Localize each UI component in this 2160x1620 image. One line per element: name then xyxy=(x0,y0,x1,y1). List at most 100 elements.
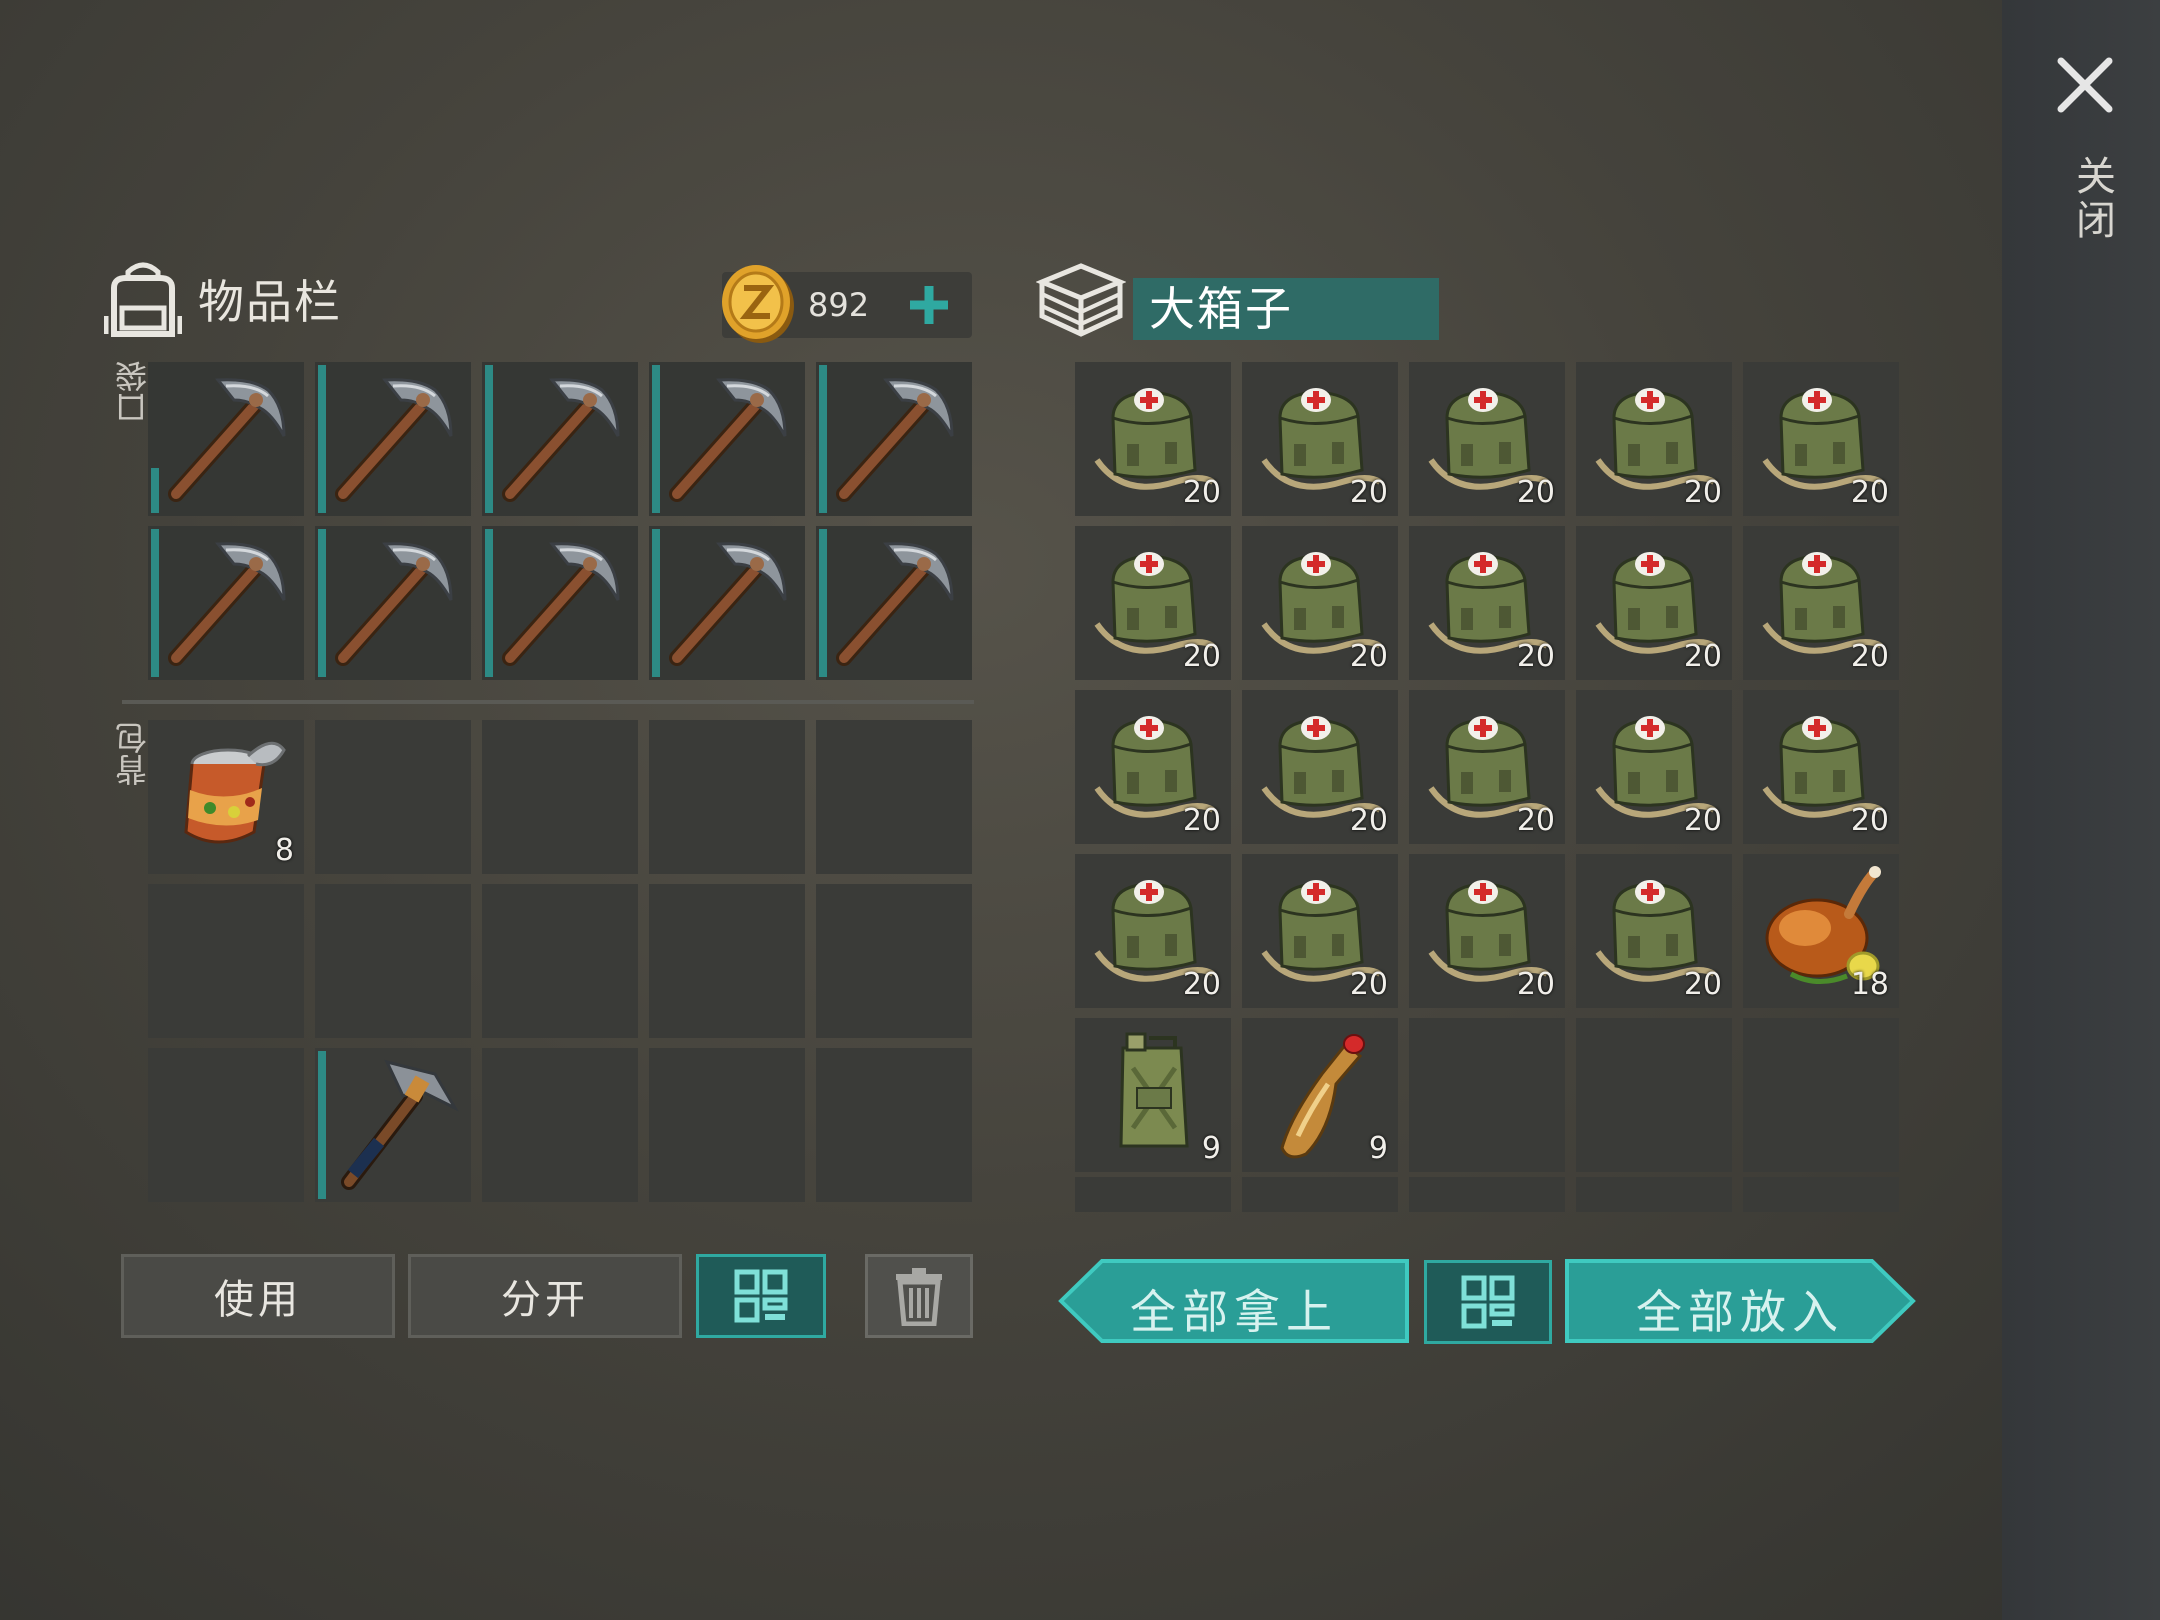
slot-medkit[interactable]: 20 xyxy=(1075,690,1231,844)
empty-slot[interactable] xyxy=(482,720,638,874)
item-quantity: 20 xyxy=(1182,803,1221,838)
coin-icon xyxy=(722,265,794,343)
add-coins-button[interactable] xyxy=(902,278,956,332)
backpack-icon xyxy=(104,262,182,337)
slot-medkit[interactable]: 20 xyxy=(1242,526,1398,680)
slot-pickaxe[interactable] xyxy=(315,526,471,680)
slot-medkit[interactable]: 20 xyxy=(1576,526,1732,680)
slot-medkit[interactable]: 20 xyxy=(1743,690,1899,844)
empty-slot[interactable] xyxy=(649,1048,805,1202)
pickaxe-icon xyxy=(490,534,630,670)
empty-slot[interactable] xyxy=(816,884,972,1038)
item-quantity: 20 xyxy=(1516,967,1555,1002)
slot-pickaxe[interactable] xyxy=(315,362,471,516)
empty-slot[interactable] xyxy=(816,1048,972,1202)
empty-slot[interactable] xyxy=(482,1048,638,1202)
slot-jerrycan[interactable]: 9 xyxy=(1075,1018,1231,1172)
item-quantity: 20 xyxy=(1850,639,1889,674)
trash-icon xyxy=(896,1268,942,1326)
delete-button[interactable] xyxy=(865,1254,973,1338)
slot-pickaxe[interactable] xyxy=(816,526,972,680)
slot-medkit[interactable]: 20 xyxy=(1743,362,1899,516)
inventory-title: 物品栏 xyxy=(198,275,342,329)
empty-slot[interactable] xyxy=(315,720,471,874)
slot-medkit[interactable]: 20 xyxy=(1075,854,1231,1008)
empty-slot[interactable] xyxy=(1576,1018,1732,1172)
slot-medkit[interactable]: 20 xyxy=(1576,690,1732,844)
empty-slot[interactable] xyxy=(148,884,304,1038)
backpack-grid: 8 xyxy=(148,720,972,1202)
pickaxe-icon xyxy=(323,370,463,506)
put-all-label: 全部放入 xyxy=(1636,1285,1844,1339)
item-quantity: 18 xyxy=(1850,967,1889,1002)
grid-sort-icon xyxy=(1461,1275,1515,1329)
slot-pickaxe[interactable] xyxy=(482,362,638,516)
item-quantity: 20 xyxy=(1516,475,1555,510)
pickaxe-icon xyxy=(490,370,630,506)
item-quantity: 8 xyxy=(274,833,294,868)
item-quantity: 20 xyxy=(1182,967,1221,1002)
container-scroll[interactable]: 20 20 20 20 20 20 20 20 20 20 20 20 20 2… xyxy=(1075,362,1901,1212)
slot-medkit[interactable]: 20 xyxy=(1409,690,1565,844)
empty-slot[interactable] xyxy=(148,1048,304,1202)
slot-bottle[interactable]: 9 xyxy=(1242,1018,1398,1172)
pockets-grid xyxy=(148,362,972,680)
slot-pickaxe[interactable] xyxy=(148,526,304,680)
item-quantity: 20 xyxy=(1850,803,1889,838)
use-button[interactable]: 使用 xyxy=(121,1254,395,1338)
empty-slot[interactable] xyxy=(1409,1018,1565,1172)
slot-medkit[interactable]: 20 xyxy=(1242,854,1398,1008)
slot-medkit[interactable]: 20 xyxy=(1409,854,1565,1008)
empty-slot[interactable] xyxy=(649,884,805,1038)
take-all-button[interactable]: 全部拿上 xyxy=(1058,1258,1410,1344)
take-all-label: 全部拿上 xyxy=(1130,1285,1338,1339)
inventory-slot[interactable] xyxy=(1409,1177,1565,1212)
slot-medkit[interactable]: 20 xyxy=(1242,362,1398,516)
hammer-icon xyxy=(323,1056,463,1192)
inventory-slot[interactable] xyxy=(1075,1177,1231,1212)
coin-value: 892 xyxy=(808,286,870,324)
slot-pickaxe[interactable] xyxy=(649,362,805,516)
pickaxe-icon xyxy=(824,370,964,506)
slot-medkit[interactable]: 20 xyxy=(1075,362,1231,516)
item-quantity: 20 xyxy=(1516,639,1555,674)
empty-slot[interactable] xyxy=(1743,1018,1899,1172)
item-quantity: 9 xyxy=(1201,1131,1221,1166)
container-grid: 20 20 20 20 20 20 20 20 20 20 20 20 20 2… xyxy=(1075,362,1899,1172)
inventory-slot[interactable] xyxy=(1743,1177,1899,1212)
item-quantity: 20 xyxy=(1683,967,1722,1002)
sort-inventory-button[interactable] xyxy=(696,1254,826,1338)
slot-medkit[interactable]: 20 xyxy=(1409,526,1565,680)
slot-pickaxe[interactable] xyxy=(482,526,638,680)
slot-hammer[interactable] xyxy=(315,1048,471,1202)
slot-roast-chicken[interactable]: 18 xyxy=(1743,854,1899,1008)
slot-medkit[interactable]: 20 xyxy=(1576,362,1732,516)
slot-medkit[interactable]: 20 xyxy=(1409,362,1565,516)
slot-medkit[interactable]: 20 xyxy=(1576,854,1732,1008)
split-button[interactable]: 分开 xyxy=(408,1254,682,1338)
item-quantity: 20 xyxy=(1683,639,1722,674)
slot-pickaxe[interactable] xyxy=(816,362,972,516)
slot-medkit[interactable]: 20 xyxy=(1242,690,1398,844)
slot-pickaxe[interactable] xyxy=(148,362,304,516)
inventory-slot[interactable] xyxy=(1576,1177,1732,1212)
empty-slot[interactable] xyxy=(816,720,972,874)
item-quantity: 9 xyxy=(1368,1131,1388,1166)
slot-medkit[interactable]: 20 xyxy=(1743,526,1899,680)
empty-slot[interactable] xyxy=(649,720,805,874)
slot-canned-food[interactable]: 8 xyxy=(148,720,304,874)
empty-slot[interactable] xyxy=(482,884,638,1038)
put-all-button[interactable]: 全部放入 xyxy=(1564,1258,1916,1344)
grid-sort-icon xyxy=(734,1269,788,1323)
slot-medkit[interactable]: 20 xyxy=(1075,526,1231,680)
sort-container-button[interactable] xyxy=(1424,1260,1552,1344)
inventory-header: 物品栏 xyxy=(104,258,342,340)
close-button[interactable]: 关闭 xyxy=(2045,55,2125,255)
item-quantity: 20 xyxy=(1182,475,1221,510)
slot-pickaxe[interactable] xyxy=(649,526,805,680)
inventory-slot[interactable] xyxy=(1242,1177,1398,1212)
empty-slot[interactable] xyxy=(315,884,471,1038)
pickaxe-icon xyxy=(323,534,463,670)
item-quantity: 20 xyxy=(1850,475,1889,510)
item-quantity: 20 xyxy=(1182,639,1221,674)
